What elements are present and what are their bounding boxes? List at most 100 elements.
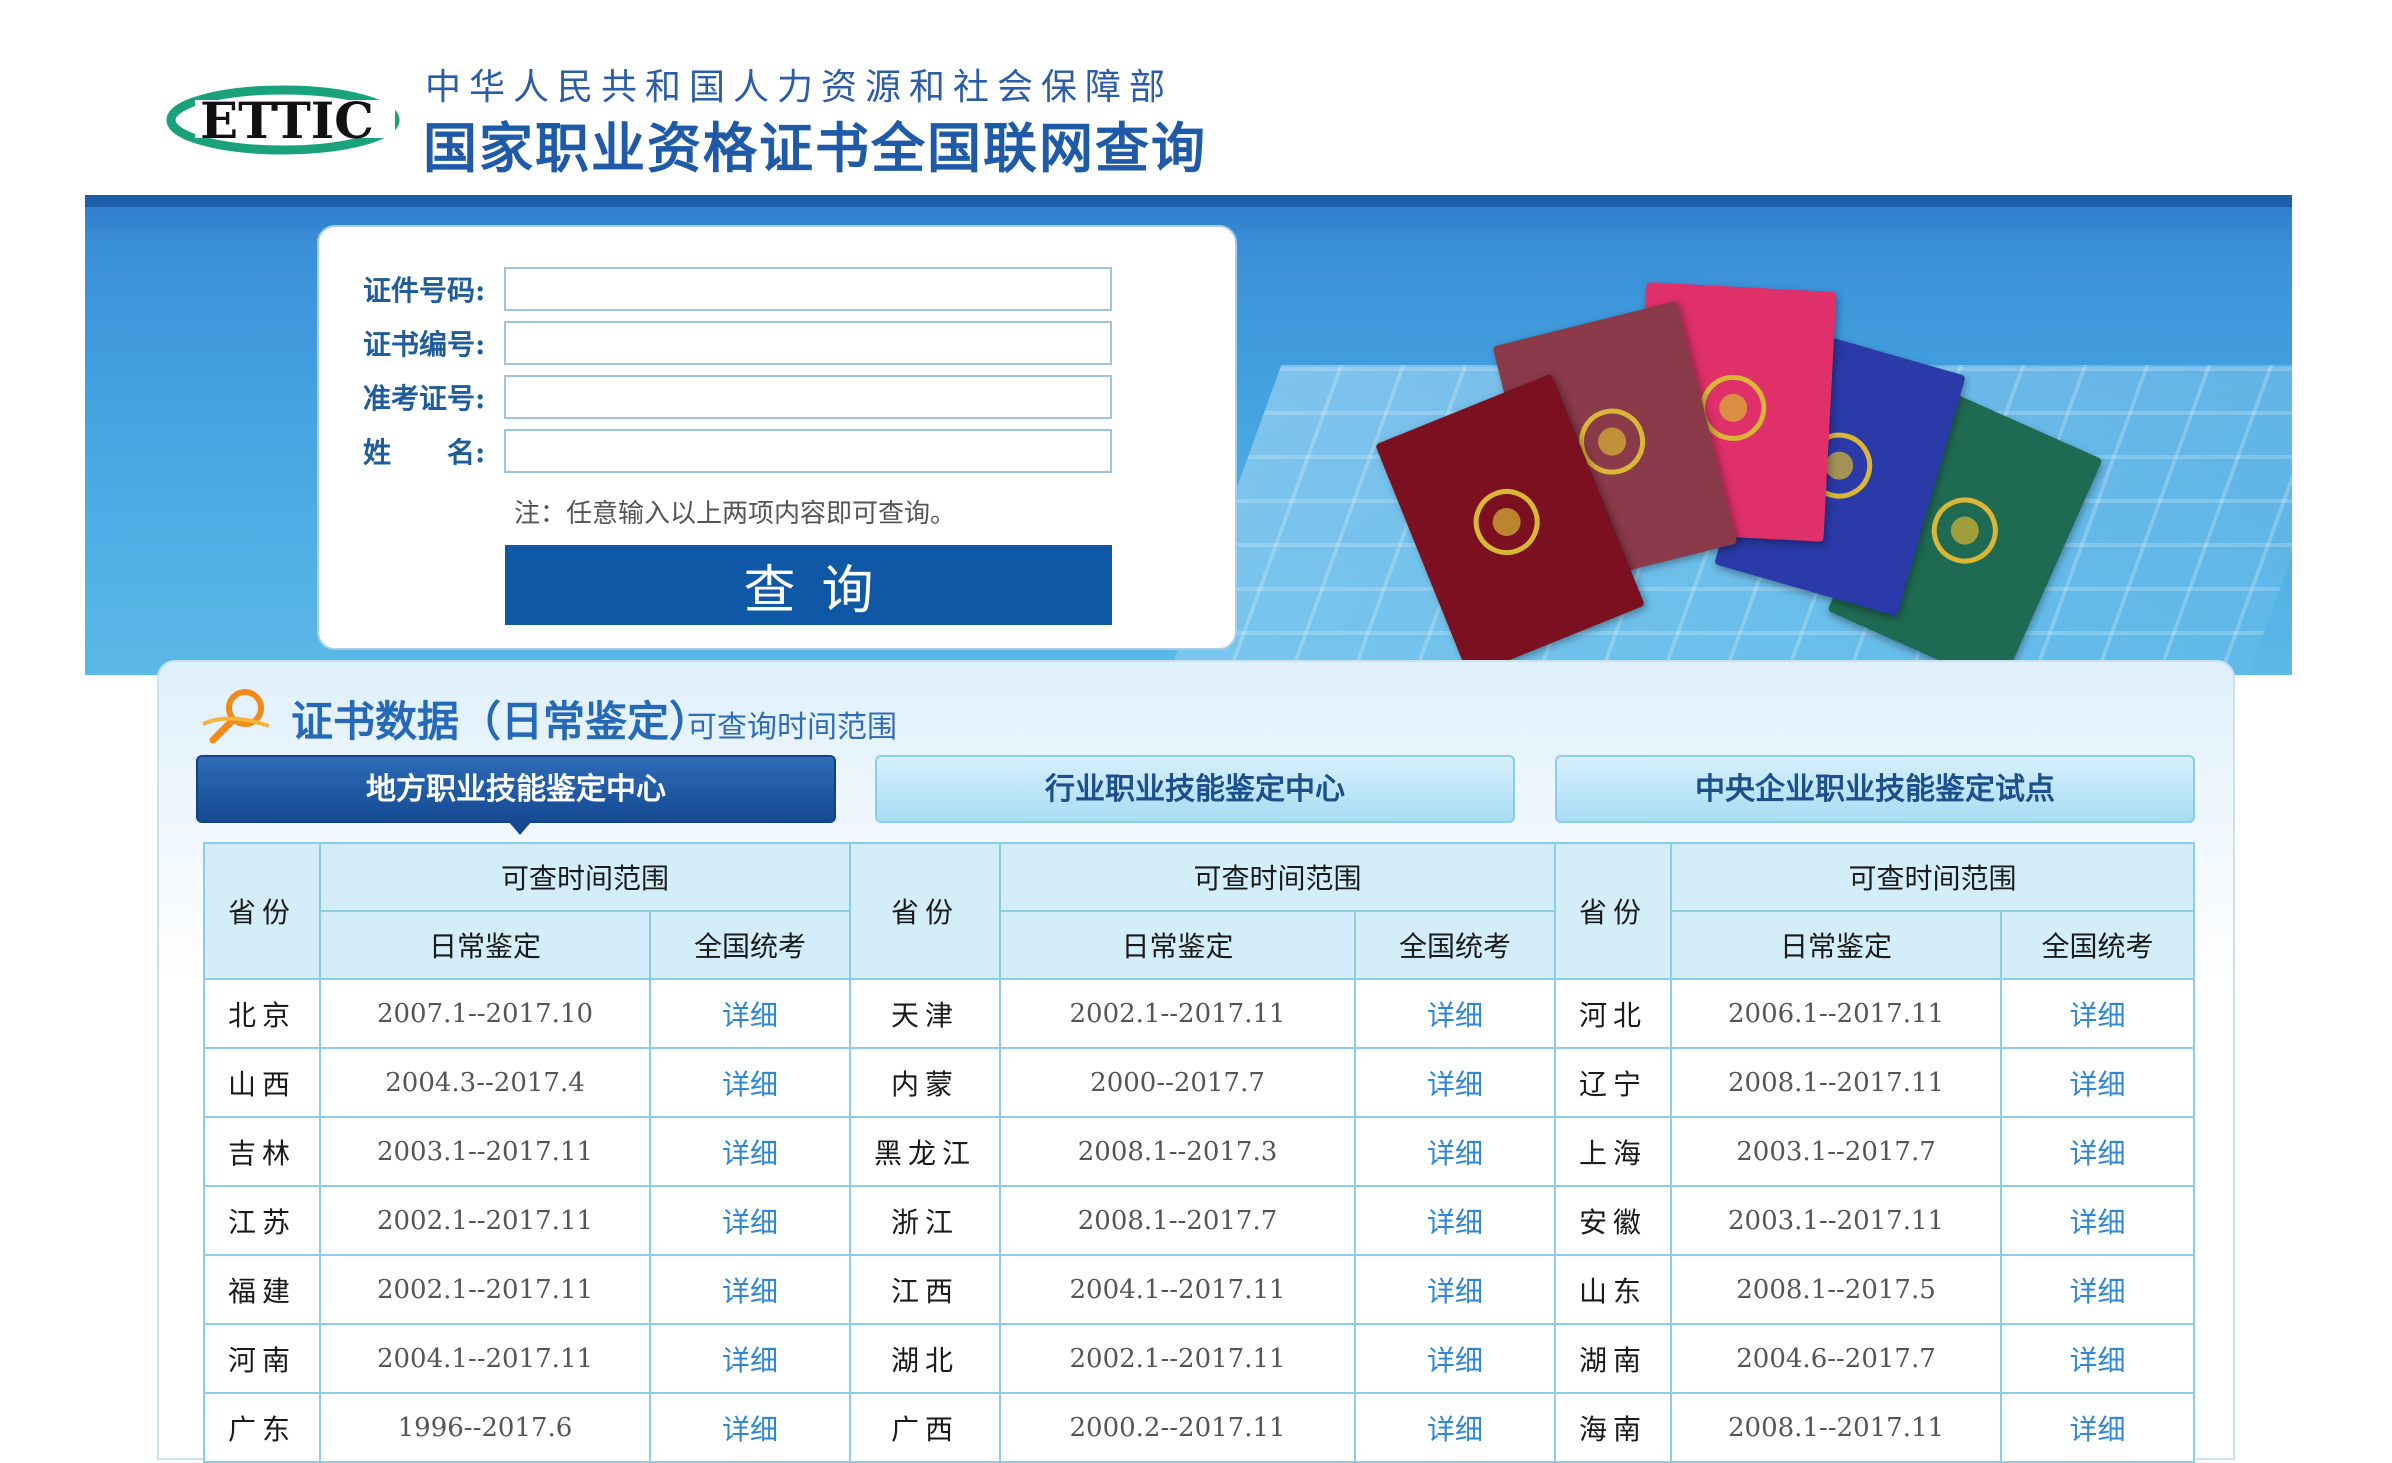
detail-link[interactable]: 详细 xyxy=(1354,1047,1557,1118)
query-range-header: 可查时间范围 xyxy=(999,842,1557,912)
tab-local-appraisal-centers[interactable]: 地方职业技能鉴定中心 xyxy=(196,755,836,835)
table-row: 福建 2002.1--2017.11 详细 江西 2004.1--2017.11 详细 山东… xyxy=(203,1254,2196,1325)
daily-range-cell: 2002.1--2017.11 xyxy=(319,1254,651,1325)
daily-appraisal-header: 日常鉴定 xyxy=(999,910,1357,980)
id-number-label: 证件号码: xyxy=(363,274,486,307)
daily-range-cell: 2000.2--2017.11 xyxy=(999,1392,1357,1463)
detail-link[interactable]: 详细 xyxy=(1354,1392,1557,1463)
national-exam-header: 全国统考 xyxy=(1354,910,1557,980)
daily-range-cell: 2006.1--2017.11 xyxy=(1670,978,2003,1049)
province-cell: 辽宁 xyxy=(1554,1047,1673,1118)
province-cell: 河北 xyxy=(1554,978,1673,1049)
detail-link[interactable]: 详细 xyxy=(1354,1254,1557,1325)
section-title: 证书数据（日常鉴定） xyxy=(291,697,712,746)
province-cell: 湖南 xyxy=(1554,1323,1673,1394)
admission-ticket-input[interactable] xyxy=(504,375,1112,419)
query-range-table: 省份 可查时间范围 省份 可查时间范围 省份 可查时间范围 日常鉴定 全国统考 … xyxy=(203,842,2196,1463)
admission-ticket-label: 准考证号: xyxy=(363,382,486,415)
detail-link[interactable]: 详细 xyxy=(2000,1047,2196,1118)
query-range-header: 可查时间范围 xyxy=(318,842,852,912)
form-note: 注：任意输入以上两项内容即可查询。 xyxy=(514,499,957,529)
query-button[interactable]: 查询 xyxy=(505,545,1112,625)
daily-range-cell: 1996--2017.6 xyxy=(319,1392,651,1463)
province-cell: 内蒙 xyxy=(849,1047,1002,1118)
detail-link[interactable]: 详细 xyxy=(648,1254,852,1325)
province-cell: 安徽 xyxy=(1554,1185,1673,1256)
daily-range-cell: 2007.1--2017.10 xyxy=(319,978,651,1049)
province-cell: 吉林 xyxy=(203,1116,321,1187)
detail-link[interactable]: 详细 xyxy=(2000,1185,2196,1256)
name-input[interactable] xyxy=(504,429,1112,473)
daily-range-cell: 2008.1--2017.5 xyxy=(1670,1254,2003,1325)
table-row: 广东 1996--2017.6 详细 广西 2000.2--2017.11 详细 海南 200… xyxy=(203,1392,2196,1463)
province-cell: 上海 xyxy=(1554,1116,1673,1187)
daily-range-cell: 2002.1--2017.11 xyxy=(319,1185,651,1256)
daily-range-cell: 2004.3--2017.4 xyxy=(319,1047,651,1118)
certificate-number-label: 证书编号: xyxy=(363,328,486,361)
certificate-number-input[interactable] xyxy=(504,321,1112,365)
province-header: 省份 xyxy=(1554,842,1673,980)
daily-range-cell: 2003.1--2017.7 xyxy=(1670,1116,2003,1187)
province-cell: 福建 xyxy=(203,1254,321,1325)
magnifier-icon xyxy=(202,689,270,744)
svg-text:ETTIC: ETTIC xyxy=(200,91,374,150)
province-header: 省份 xyxy=(203,842,321,980)
detail-link[interactable]: 详细 xyxy=(2000,1392,2196,1463)
table-row: 北京 2007.1--2017.10 详细 天津 2002.1--2017.11 详细 河北… xyxy=(203,978,2196,1049)
query-range-header: 可查时间范围 xyxy=(1670,842,2196,912)
table-row: 河南 2004.1--2017.11 详细 湖北 2002.1--2017.11 详细 湖南… xyxy=(203,1323,2196,1394)
tab-central-enterprise-pilot[interactable]: 中央企业职业技能鉴定试点 xyxy=(1555,755,2195,823)
tab-industry-appraisal-centers[interactable]: 行业职业技能鉴定中心 xyxy=(875,755,1515,823)
daily-range-cell: 2003.1--2017.11 xyxy=(1670,1185,2003,1256)
daily-range-cell: 2002.1--2017.11 xyxy=(999,978,1357,1049)
province-cell: 江西 xyxy=(849,1254,1002,1325)
detail-link[interactable]: 详细 xyxy=(648,1323,852,1394)
national-exam-header: 全国统考 xyxy=(2000,910,2196,980)
province-cell: 天津 xyxy=(849,978,1002,1049)
query-form: 证件号码: 证书编号: 准考证号: 姓 名: 注：任意输入以上两项内容即可查询。… xyxy=(317,225,1237,650)
detail-link[interactable]: 详细 xyxy=(1354,1116,1557,1187)
province-cell: 山西 xyxy=(203,1047,321,1118)
name-label: 姓 名: xyxy=(363,436,486,469)
daily-range-cell: 2008.1--2017.3 xyxy=(999,1116,1357,1187)
province-cell: 山东 xyxy=(1554,1254,1673,1325)
province-cell: 广西 xyxy=(849,1392,1002,1463)
detail-link[interactable]: 详细 xyxy=(2000,1254,2196,1325)
national-emblem-icon xyxy=(1921,486,2009,575)
detail-link[interactable]: 详细 xyxy=(648,1116,852,1187)
detail-link[interactable]: 详细 xyxy=(1354,1323,1557,1394)
detail-link[interactable]: 详细 xyxy=(1354,1185,1557,1256)
detail-link[interactable]: 详细 xyxy=(648,1185,852,1256)
province-header: 省份 xyxy=(849,842,1002,980)
section-subtitle: 可查询时间范围 xyxy=(687,710,897,745)
detail-link[interactable]: 详细 xyxy=(648,1047,852,1118)
certificate-data-panel: 证书数据（日常鉴定） 可查询时间范围 地方职业技能鉴定中心 行业职业技能鉴定中心… xyxy=(157,660,2235,1463)
daily-range-cell: 2003.1--2017.11 xyxy=(319,1116,651,1187)
detail-link[interactable]: 详细 xyxy=(1354,978,1557,1049)
ettic-logo[interactable]: ETTIC xyxy=(165,78,405,158)
province-cell: 江苏 xyxy=(203,1185,321,1256)
province-cell: 海南 xyxy=(1554,1392,1673,1463)
detail-link[interactable]: 详细 xyxy=(2000,1116,2196,1187)
daily-range-cell: 2004.1--2017.11 xyxy=(319,1323,651,1394)
daily-range-cell: 2008.1--2017.7 xyxy=(999,1185,1357,1256)
province-cell: 河南 xyxy=(203,1323,321,1394)
daily-range-cell: 2004.6--2017.7 xyxy=(1670,1323,2003,1394)
detail-link[interactable]: 详细 xyxy=(2000,1323,2196,1394)
province-cell: 广东 xyxy=(203,1392,321,1463)
detail-link[interactable]: 详细 xyxy=(648,1392,852,1463)
banner-top-stripe xyxy=(85,195,2292,207)
table-row: 吉林 2003.1--2017.11 详细 黑龙江 2008.1--2017.3 详细 上海… xyxy=(203,1116,2196,1187)
province-cell: 浙江 xyxy=(849,1185,1002,1256)
province-cell: 黑龙江 xyxy=(849,1116,1002,1187)
daily-appraisal-header: 日常鉴定 xyxy=(319,910,651,980)
national-emblem-icon xyxy=(1463,479,1550,565)
table-row: 江苏 2002.1--2017.11 详细 浙江 2008.1--2017.7 详细 安徽 2… xyxy=(203,1185,2196,1256)
detail-link[interactable]: 详细 xyxy=(648,978,852,1049)
province-cell: 湖北 xyxy=(849,1323,1002,1394)
daily-range-cell: 2004.1--2017.11 xyxy=(999,1254,1357,1325)
id-number-input[interactable] xyxy=(504,267,1112,311)
table-row: 山西 2004.3--2017.4 详细 内蒙 2000--2017.7 详细 辽宁 2008… xyxy=(203,1047,2196,1118)
detail-link[interactable]: 详细 xyxy=(2000,978,2196,1049)
ministry-name: 中华人民共和国人力资源和社会保障部 xyxy=(425,67,1174,108)
